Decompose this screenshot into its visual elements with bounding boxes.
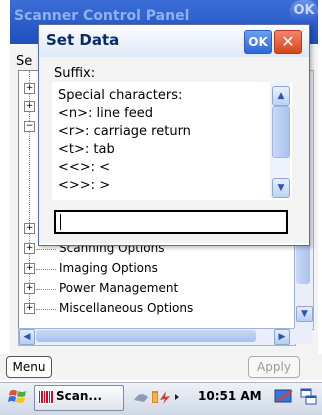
apply-button[interactable]: Apply <box>248 356 300 378</box>
tree-expander[interactable]: − <box>24 121 35 132</box>
info-line: <n>: line feed <box>58 106 153 121</box>
info-scroll-up-button[interactable]: ▲ <box>272 86 290 106</box>
tree-expander-power[interactable]: + <box>24 283 35 294</box>
menu-button[interactable]: Menu <box>6 356 52 378</box>
dialog-close-button[interactable]: ✕ <box>274 30 302 54</box>
info-line: <r>: carriage return <box>58 124 191 139</box>
tree-expander-scanning[interactable]: + <box>24 243 35 254</box>
tree-expander-misc[interactable]: + <box>24 303 35 314</box>
dialog-ok-button[interactable]: OK <box>244 30 272 54</box>
tree-connector <box>36 309 56 310</box>
tree-expander[interactable]: + <box>24 223 35 234</box>
tree-connector <box>36 249 56 250</box>
tree-scroll-left-button[interactable]: ◀ <box>19 329 35 345</box>
tree-connector <box>36 269 56 270</box>
text-caret <box>60 214 61 230</box>
tree-expander-imaging[interactable]: + <box>24 263 35 274</box>
info-line: Special characters: <box>58 88 183 103</box>
info-scroll-down-button[interactable]: ▼ <box>272 178 290 198</box>
tree-horizontal-scroll-thumb[interactable] <box>36 330 256 342</box>
tree-expander[interactable]: + <box>24 101 35 112</box>
connectivity-icon[interactable] <box>274 387 294 407</box>
dialog-title: Set Data <box>46 31 120 49</box>
system-tray-icons[interactable] <box>132 388 190 406</box>
tree-scroll-down-button[interactable]: ▼ <box>296 306 313 322</box>
windows-start-icon[interactable] <box>8 388 28 406</box>
tree-item-power-management[interactable]: Power Management <box>59 281 178 295</box>
tree-item-miscellaneous-options[interactable]: Miscellaneous Options <box>59 301 193 315</box>
scroll-corner-grip <box>294 328 312 344</box>
info-line: <>>: > <box>58 178 111 193</box>
barcode-icon <box>38 390 54 404</box>
tree-item-imaging-options[interactable]: Imaging Options <box>59 261 158 275</box>
taskbar-scanner-label: Scan... <box>56 389 103 403</box>
background-partial-label: Se <box>16 54 33 69</box>
window-switch-icon[interactable] <box>300 388 318 406</box>
background-ok-button[interactable]: OK <box>290 0 318 22</box>
tree-expander[interactable]: + <box>24 83 35 94</box>
info-line: <t>: tab <box>58 142 115 157</box>
suffix-label: Suffix: <box>54 66 96 81</box>
tree-connector <box>36 289 56 290</box>
tree-scroll-right-button[interactable]: ▶ <box>274 329 290 345</box>
info-line: <<>: < <box>58 160 111 175</box>
clock[interactable]: 10:51 AM <box>198 389 262 403</box>
background-title: Scanner Control Panel <box>14 8 190 24</box>
info-scroll-thumb[interactable] <box>272 106 290 158</box>
suffix-input[interactable] <box>54 210 288 234</box>
